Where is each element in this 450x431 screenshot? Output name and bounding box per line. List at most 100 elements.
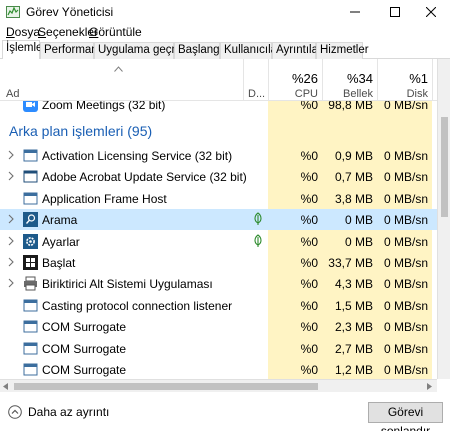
table-row[interactable]: Activation Licensing Service (32 bit) %0 0… [0, 145, 437, 166]
expand-chevron-icon[interactable] [7, 236, 15, 246]
minimize-button[interactable] [336, 0, 374, 24]
column-divider[interactable] [243, 59, 244, 101]
end-task-button[interactable]: Görevi sonlandır [368, 402, 443, 431]
process-name: Başlat [42, 256, 76, 270]
tab-processes[interactable]: İşlemler [2, 40, 46, 59]
process-name: Adobe Acrobat Update Service (32 bit) [42, 170, 247, 185]
app-window-icon [23, 170, 38, 183]
title-bar: Görev Yöneticisi [0, 0, 450, 24]
column-disk[interactable]: Disk [379, 88, 428, 100]
horizontal-scroll-thumb[interactable] [14, 383, 318, 390]
table-row[interactable]: COM Surrogate %0 1,2 MB 0 MB/sn [0, 359, 437, 379]
process-table: Zoom Meetings (32 bit) %0 98,8 MB 0 MB/s… [0, 101, 437, 379]
disk-value: 0 MB/sn [383, 170, 428, 185]
cpu-value: %0 [300, 277, 318, 292]
process-name: COM Surrogate [42, 320, 127, 335]
process-name: COM Surrogate [42, 341, 127, 356]
process-name: COM Surrogate [42, 363, 127, 377]
tab-app-history[interactable]: Uygulama geçmişi [94, 42, 192, 59]
service-window-icon [23, 299, 38, 312]
tab-details[interactable]: Ayrıntılar [272, 42, 322, 59]
tab-services[interactable]: Hizmetler [316, 42, 369, 59]
process-name: Activation Licensing Service (32 bit) [42, 149, 233, 163]
process-name: Biriktirici Alt Sistemi Uygulaması [42, 277, 213, 292]
tab-startup[interactable]: Başlangıç [174, 42, 229, 59]
expand-chevron-icon[interactable] [7, 171, 15, 181]
horizontal-scrollbar[interactable] [0, 379, 437, 392]
expand-chevron-icon[interactable] [7, 257, 15, 267]
cpu-percent[interactable]: %26 [270, 71, 318, 86]
group-title-background: Arka plan işlemleri (95) [9, 123, 153, 139]
column-divider[interactable] [322, 59, 323, 101]
scroll-left-icon[interactable] [3, 383, 9, 390]
menu-bar: Dosya Seçenekler Görüntüle [0, 24, 450, 40]
table-row[interactable]: Ayarlar %0 0 MB 0 MB/sn [0, 231, 437, 252]
memory-value: 2,3 MB [334, 320, 373, 335]
zoom-app-icon [23, 101, 38, 112]
process-name: Zoom Meetings (32 bit) [42, 101, 166, 112]
service-window-icon [23, 342, 38, 355]
disk-value: 0 MB/sn [383, 277, 428, 292]
table-row[interactable]: Adobe Acrobat Update Service (32 bit) %0 0… [0, 166, 437, 187]
memory-value: 0,7 MB [334, 170, 373, 185]
vertical-scrollbar[interactable] [437, 59, 450, 379]
disk-value: 0 MB/sn [383, 191, 428, 206]
scroll-right-icon[interactable] [427, 383, 433, 390]
disk-value: 0 MB/sn [383, 341, 428, 356]
memory-value: 0 MB [344, 234, 373, 249]
column-name[interactable]: Ad [6, 88, 19, 100]
tab-performance[interactable]: Performans [40, 42, 103, 59]
process-name: Application Frame Host [42, 191, 167, 206]
memory-value: 1,5 MB [334, 298, 373, 313]
table-row[interactable]: Arama %0 0 MB 0 MB/sn [0, 209, 437, 231]
maximize-button[interactable] [376, 0, 414, 24]
table-row[interactable]: Casting protocol connection listener %0 1,… [0, 295, 437, 316]
close-button[interactable] [412, 0, 450, 24]
cpu-value: %0 [300, 363, 318, 377]
disk-value: 0 MB/sn [383, 213, 428, 228]
task-manager-icon [6, 6, 20, 18]
fewer-details-button[interactable]: Daha az ayrıntı [8, 405, 109, 419]
table-row[interactable]: Biriktirici Alt Sistemi Uygulaması %0 4,3 … [0, 273, 437, 294]
menu-file[interactable]: Dosya [6, 25, 40, 39]
table-row[interactable]: Zoom Meetings (32 bit) %0 98,8 MB 0 MB/s… [0, 101, 437, 115]
table-row[interactable]: COM Surrogate %0 2,3 MB 0 MB/sn [0, 316, 437, 337]
cpu-value: %0 [300, 149, 318, 163]
column-divider[interactable] [377, 59, 378, 101]
expand-chevron-icon[interactable] [7, 214, 15, 224]
suspended-leaf-icon [254, 212, 262, 226]
cpu-value: %0 [300, 191, 318, 206]
disk-value: 0 MB/sn [383, 234, 428, 249]
menu-view[interactable]: Görüntüle [89, 25, 142, 39]
column-divider[interactable] [268, 59, 269, 101]
cpu-value: %0 [300, 170, 318, 185]
expand-chevron-icon[interactable] [7, 278, 15, 288]
disk-value: 0 MB/sn [383, 363, 428, 377]
column-cpu[interactable]: CPU [270, 88, 318, 100]
memory-percent[interactable]: %34 [324, 71, 373, 86]
vertical-scroll-thumb[interactable] [441, 117, 448, 217]
table-row[interactable]: Başlat %0 33,7 MB 0 MB/sn [0, 252, 437, 273]
process-name: Arama [42, 213, 78, 228]
table-row[interactable]: Application Frame Host %0 3,8 MB 0 MB/sn [0, 188, 437, 209]
column-memory[interactable]: Bellek [324, 88, 373, 100]
column-divider[interactable] [432, 59, 433, 101]
settings-gear-icon [23, 233, 38, 249]
disk-percent[interactable]: %1 [379, 71, 428, 86]
process-name: Casting protocol connection listener [42, 298, 233, 313]
cpu-value: %0 [300, 101, 318, 112]
sort-up-icon [114, 66, 123, 72]
memory-value: 1,2 MB [334, 363, 373, 377]
tab-users[interactable]: Kullanıcılar [220, 42, 281, 59]
cpu-value: %0 [300, 320, 318, 335]
disk-value: 0 MB/sn [383, 256, 428, 270]
column-header: Ad D... %26 CPU %34 Bellek %1 Disk [0, 59, 437, 101]
close-icon [426, 7, 436, 17]
disk-value: 0 MB/sn [383, 320, 428, 335]
table-row[interactable]: COM Surrogate %0 2,7 MB 0 MB/sn [0, 338, 437, 359]
process-name: Ayarlar [42, 234, 80, 249]
column-status[interactable]: D... [248, 88, 265, 100]
tab-strip: İşlemler Performans Uygulama geçmişi Baş… [0, 40, 450, 59]
expand-chevron-icon[interactable] [7, 150, 15, 160]
footer: Daha az ayrıntı Görevi sonlandır [0, 392, 450, 431]
